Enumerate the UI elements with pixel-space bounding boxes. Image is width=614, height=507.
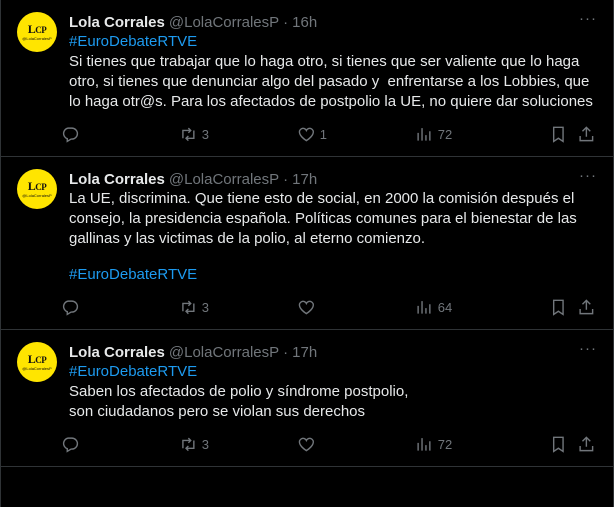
avatar[interactable]: LCP @LolaCorralesP: [17, 169, 57, 209]
views-button[interactable]: 72: [415, 435, 533, 454]
bookmark-icon: [552, 126, 564, 143]
views-icon: [417, 300, 431, 314]
views-icon: [417, 127, 431, 141]
retweet-button[interactable]: 3: [179, 298, 297, 317]
retweet-icon: [182, 127, 195, 141]
tweet-text: La UE, discrimina. Que tiene esto de soc…: [69, 190, 581, 247]
tweet-actions: 3 64: [61, 285, 597, 329]
tweet-text: Si tienes que trabajar que lo haga otro,…: [69, 53, 594, 110]
like-button[interactable]: [297, 435, 415, 454]
author-handle[interactable]: @LolaCorralesP: [169, 344, 279, 361]
reply-button[interactable]: [61, 435, 179, 454]
share-icon: [579, 125, 594, 141]
retweet-button[interactable]: 3: [179, 125, 297, 144]
separator-dot: ·: [283, 343, 289, 361]
author-handle[interactable]: @LolaCorralesP: [169, 14, 279, 31]
heart-icon: [298, 127, 315, 142]
retweet-count: 3: [201, 126, 209, 142]
tweet-body: Lola Corrales @LolaCorralesP · 17h #Euro…: [62, 342, 597, 466]
retweet-icon: [182, 437, 195, 451]
reply-icon: [62, 300, 79, 316]
like-count: 1: [319, 126, 327, 142]
retweet-count: 3: [201, 299, 209, 315]
bookmark-button[interactable]: [549, 298, 577, 317]
like-button[interactable]: [297, 298, 415, 317]
share-icon: [579, 435, 594, 451]
avatar[interactable]: LCP @LolaCorralesP: [17, 12, 57, 52]
avatar-logo-sub: @LolaCorralesP: [22, 35, 52, 41]
hashtag-link-bottom[interactable]: #EuroDebateRTVE: [69, 265, 597, 285]
tweet[interactable]: LCP @LolaCorralesP Lola Corrales @LolaCo…: [1, 0, 613, 157]
retweet-count: 3: [201, 436, 209, 452]
tweet-body: Lola Corrales @LolaCorralesP · 16h #Euro…: [62, 12, 597, 156]
separator-dot: ·: [283, 170, 289, 188]
avatar-logo-sub: @LolaCorralesP: [22, 192, 52, 198]
share-icon: [579, 298, 594, 314]
tweet-header: Lola Corrales @LolaCorralesP · 17h: [69, 169, 597, 189]
author-name[interactable]: Lola Corrales: [69, 14, 165, 31]
bookmark-button[interactable]: [549, 125, 577, 144]
share-button[interactable]: [577, 298, 599, 317]
author-name[interactable]: Lola Corrales: [69, 171, 165, 188]
reply-icon: [62, 127, 79, 143]
views-button[interactable]: 72: [415, 125, 533, 144]
tweet-header: Lola Corrales @LolaCorralesP · 16h: [69, 12, 597, 32]
bookmark-button[interactable]: [549, 435, 577, 454]
bookmark-icon: [552, 436, 564, 453]
heart-icon: [298, 437, 315, 452]
views-count: 72: [437, 436, 453, 452]
share-button[interactable]: [577, 435, 599, 454]
author-handle[interactable]: @LolaCorralesP: [169, 171, 279, 188]
tweet-text: Saben los afectados de polio y síndrome …: [69, 383, 409, 420]
avatar-column: LCP @LolaCorralesP: [17, 342, 57, 466]
tweet-actions: 3 72: [61, 422, 597, 466]
timeline-feed: LCP @LolaCorralesP Lola Corrales @LolaCo…: [0, 0, 614, 507]
tweet[interactable]: LCP @LolaCorralesP Lola Corrales @LolaCo…: [1, 157, 613, 330]
share-button[interactable]: [577, 125, 599, 144]
more-icon[interactable]: ···: [579, 11, 597, 32]
separator-dot: ·: [283, 13, 289, 31]
retweet-button[interactable]: 3: [179, 435, 297, 454]
tweet-timestamp[interactable]: 17h: [292, 344, 317, 361]
more-icon[interactable]: ···: [579, 341, 597, 362]
tweet[interactable]: LCP @LolaCorralesP Lola Corrales @LolaCo…: [1, 330, 613, 467]
like-button[interactable]: 1: [297, 125, 415, 144]
reply-button[interactable]: [61, 298, 179, 317]
reply-icon: [62, 437, 79, 453]
avatar-column: LCP @LolaCorralesP: [17, 12, 57, 156]
avatar-column: LCP @LolaCorralesP: [17, 169, 57, 329]
author-name[interactable]: Lola Corrales: [69, 344, 165, 361]
avatar-logo: LCP: [27, 351, 47, 366]
avatar-logo: LCP: [27, 178, 47, 193]
tweet-timestamp[interactable]: 17h: [292, 171, 317, 188]
tweet-body: Lola Corrales @LolaCorralesP · 17h La UE…: [62, 169, 597, 329]
hashtag-link-top[interactable]: #EuroDebateRTVE: [69, 32, 597, 52]
retweet-icon: [182, 300, 195, 314]
avatar-logo-sub: @LolaCorralesP: [22, 365, 52, 371]
reply-button[interactable]: [61, 125, 179, 144]
avatar[interactable]: LCP @LolaCorralesP: [17, 342, 57, 382]
hashtag-link-top[interactable]: #EuroDebateRTVE: [69, 362, 597, 382]
avatar-logo: LCP: [27, 21, 47, 36]
tweet-actions: 3 1 72: [61, 112, 597, 156]
tweet-header: Lola Corrales @LolaCorralesP · 17h: [69, 342, 597, 362]
bookmark-icon: [552, 299, 564, 316]
views-icon: [417, 437, 431, 451]
views-count: 64: [437, 299, 453, 315]
heart-icon: [298, 300, 315, 315]
views-button[interactable]: 64: [415, 298, 533, 317]
views-count: 72: [437, 126, 453, 142]
more-icon[interactable]: ···: [579, 168, 597, 189]
tweet-timestamp[interactable]: 16h: [292, 14, 317, 31]
